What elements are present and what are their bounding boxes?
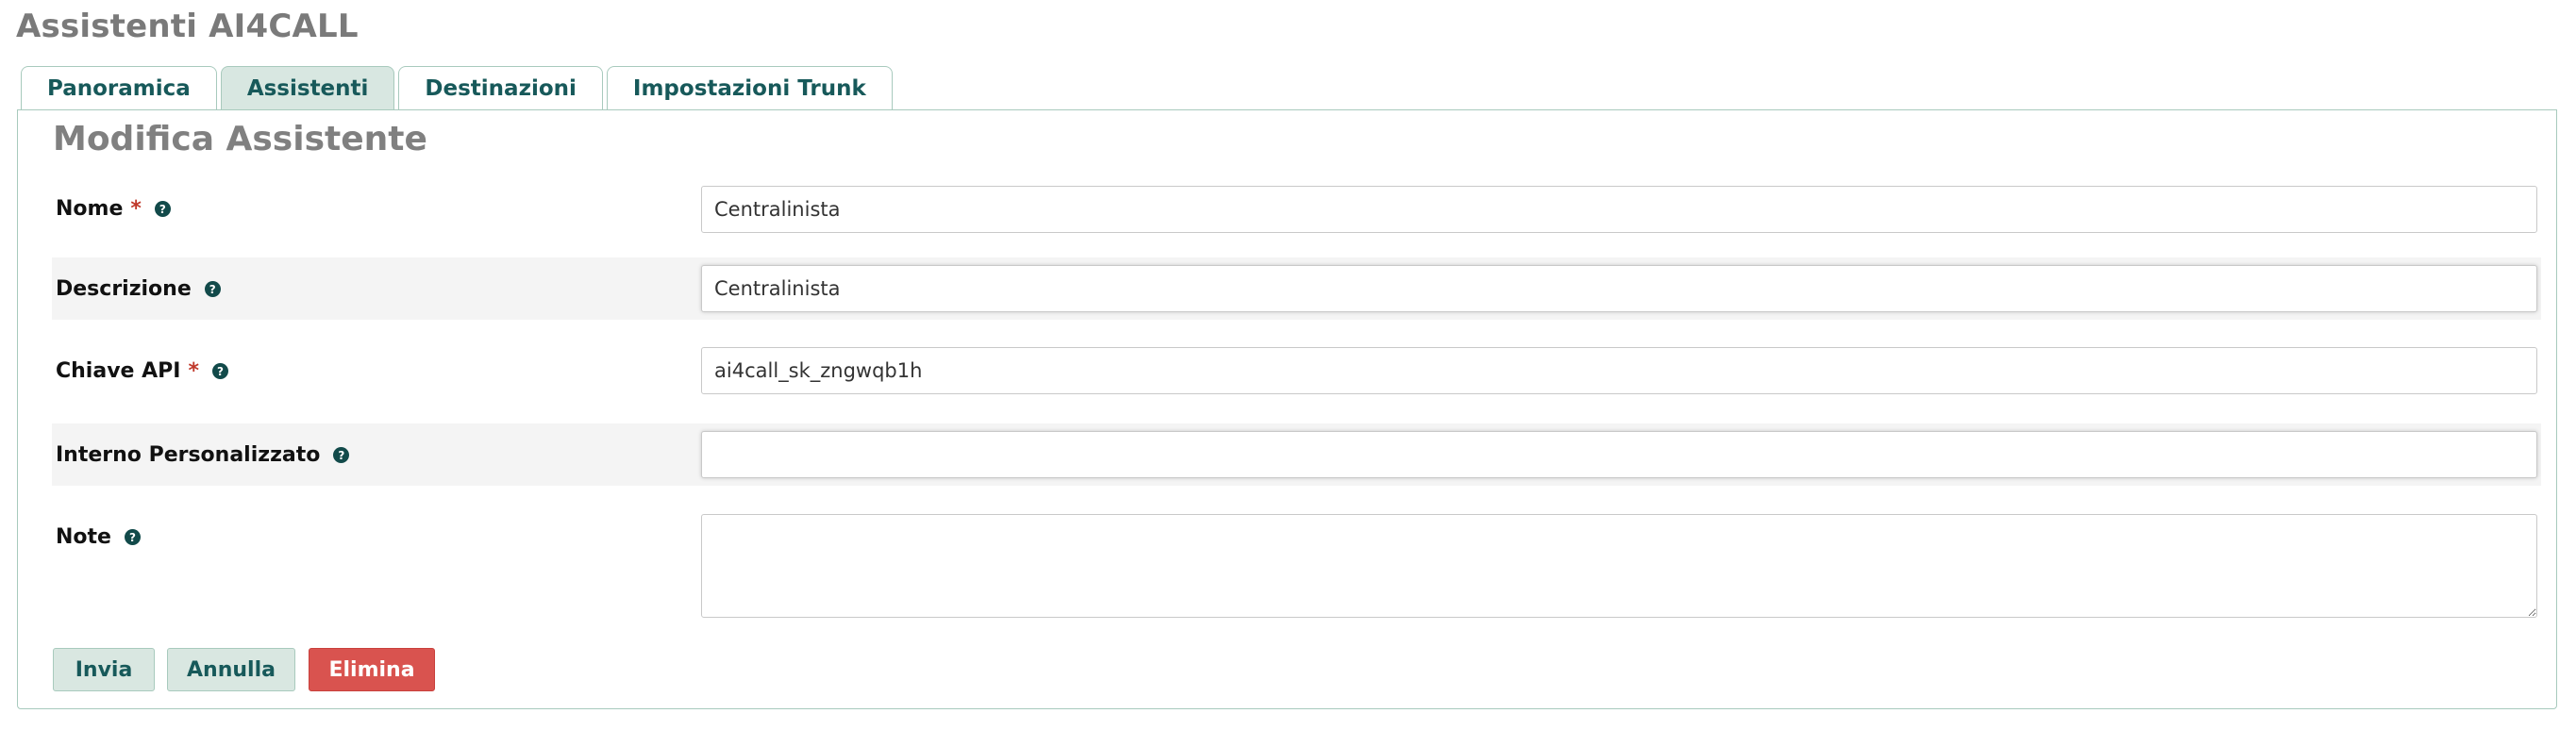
field-label-nome-text: Nome — [56, 197, 124, 221]
delete-button[interactable]: Elimina — [309, 648, 435, 691]
field-label-chiave-api-text: Chiave API — [56, 359, 181, 383]
submit-button[interactable]: Invia — [53, 648, 155, 691]
field-label-descrizione-text: Descrizione — [56, 277, 192, 301]
field-label-chiave-api: Chiave API * ? — [56, 359, 228, 383]
form-row-nome: Nome * ? — [52, 178, 2541, 239]
form-row-descrizione: Descrizione ? — [52, 257, 2541, 320]
interno-personalizzato-input[interactable] — [701, 431, 2537, 478]
nome-input[interactable] — [701, 186, 2537, 233]
question-circle-icon[interactable]: ? — [124, 529, 141, 545]
tab-bar: Panoramica Assistenti Destinazioni Impos… — [21, 66, 893, 111]
edit-assistant-panel: Modifica Assistente Nome * ? Descrizione… — [17, 109, 2557, 709]
field-label-note: Note ? — [56, 525, 141, 549]
required-marker: * — [130, 197, 142, 221]
field-label-note-text: Note — [56, 525, 111, 549]
form-row-interno-personalizzato: Interno Personalizzato ? — [52, 423, 2541, 486]
question-circle-icon[interactable]: ? — [333, 447, 350, 463]
form-title: Modifica Assistente — [53, 120, 427, 158]
field-label-interno-personalizzato-text: Interno Personalizzato — [56, 443, 321, 467]
tab-destinazioni[interactable]: Destinazioni — [398, 66, 603, 109]
page-title: Assistenti AI4CALL — [16, 8, 359, 45]
page: Assistenti AI4CALL Panoramica Assistenti… — [0, 0, 2576, 730]
tab-assistenti[interactable]: Assistenti — [220, 66, 395, 109]
field-label-nome: Nome * ? — [56, 197, 171, 221]
required-marker: * — [188, 359, 199, 383]
cancel-button[interactable]: Annulla — [167, 648, 295, 691]
question-circle-icon[interactable]: ? — [204, 281, 221, 297]
question-circle-icon[interactable]: ? — [154, 201, 171, 217]
field-label-descrizione: Descrizione ? — [56, 277, 221, 301]
field-label-interno-personalizzato: Interno Personalizzato ? — [56, 443, 350, 467]
tab-panoramica[interactable]: Panoramica — [21, 66, 217, 109]
form-row-chiave-api: Chiave API * ? — [52, 339, 2541, 401]
tab-impostazioni-trunk[interactable]: Impostazioni Trunk — [606, 66, 893, 109]
note-textarea[interactable] — [701, 514, 2537, 618]
question-circle-icon[interactable]: ? — [211, 363, 228, 379]
form-row-note: Note ? — [52, 505, 2541, 625]
descrizione-input[interactable] — [701, 265, 2537, 312]
chiave-api-input[interactable] — [701, 347, 2537, 394]
